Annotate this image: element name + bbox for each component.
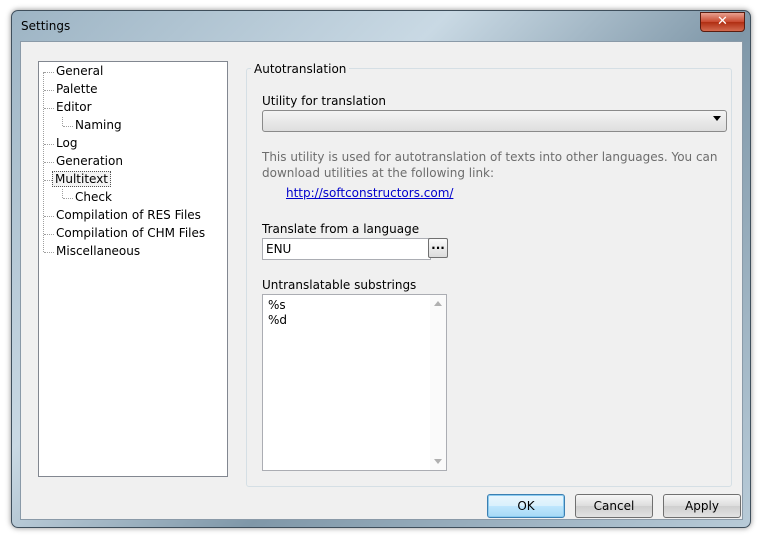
tree-connector (44, 90, 54, 91)
vertical-scrollbar[interactable] (430, 295, 446, 470)
utility-description: This utility is used for autotranslation… (262, 150, 718, 180)
tree-connector (44, 252, 54, 253)
substring-line: %s (268, 298, 286, 312)
download-link[interactable]: http://softconstructors.com/ (286, 186, 453, 200)
tree-connector (44, 108, 54, 109)
substrings-textarea[interactable]: %s %d (262, 294, 447, 471)
tree-item-editor[interactable]: Editor (54, 99, 94, 116)
tree-item-log[interactable]: Log (54, 135, 79, 152)
tree-item-compilation-res[interactable]: Compilation of RES Files (54, 207, 203, 224)
tree-connector (44, 72, 54, 73)
settings-window: Settings ✕ General Palette Editor Naming… (11, 10, 751, 528)
scroll-down-icon[interactable] (434, 459, 442, 464)
window-title: Settings (21, 19, 71, 33)
tree-connector (44, 216, 54, 217)
cancel-button[interactable]: Cancel (575, 494, 653, 518)
tree-connector (63, 126, 73, 127)
substring-line: %d (268, 313, 288, 327)
tree-item-multitext[interactable]: Multitext (52, 171, 112, 188)
tree-item-miscellaneous[interactable]: Miscellaneous (54, 243, 142, 260)
dialog-client-area: General Palette Editor Naming Log Genera… (20, 41, 743, 520)
tree-item-general[interactable]: General (54, 63, 105, 80)
tree-item-naming[interactable]: Naming (73, 117, 124, 134)
title-bar[interactable]: Settings ✕ (12, 11, 750, 39)
tree-connector (44, 234, 54, 235)
language-input[interactable]: ENU (262, 238, 431, 260)
scroll-up-icon[interactable] (434, 301, 442, 306)
chevron-down-icon (713, 116, 721, 121)
language-label: Translate from a language (262, 222, 420, 236)
utility-label: Utility for translation (262, 94, 386, 108)
tree-connector (62, 189, 63, 198)
tree-connector (62, 117, 63, 126)
close-button[interactable]: ✕ (700, 12, 745, 32)
substrings-label: Untranslatable substrings (262, 278, 417, 292)
browse-language-button[interactable]: ... (428, 238, 448, 258)
group-title: Autotranslation (251, 62, 350, 76)
tree-item-generation[interactable]: Generation (54, 153, 125, 170)
tree-connector (44, 162, 54, 163)
tree-item-compilation-chm[interactable]: Compilation of CHM Files (54, 225, 207, 242)
close-icon: ✕ (717, 14, 728, 29)
tree-item-palette[interactable]: Palette (54, 81, 100, 98)
tree-connector (63, 198, 73, 199)
utility-dropdown[interactable] (262, 110, 727, 132)
settings-tree[interactable]: General Palette Editor Naming Log Genera… (38, 61, 228, 477)
apply-button[interactable]: Apply (663, 494, 741, 518)
tree-item-check[interactable]: Check (73, 189, 114, 206)
tree-connector (44, 144, 54, 145)
ok-button[interactable]: OK (487, 494, 565, 518)
